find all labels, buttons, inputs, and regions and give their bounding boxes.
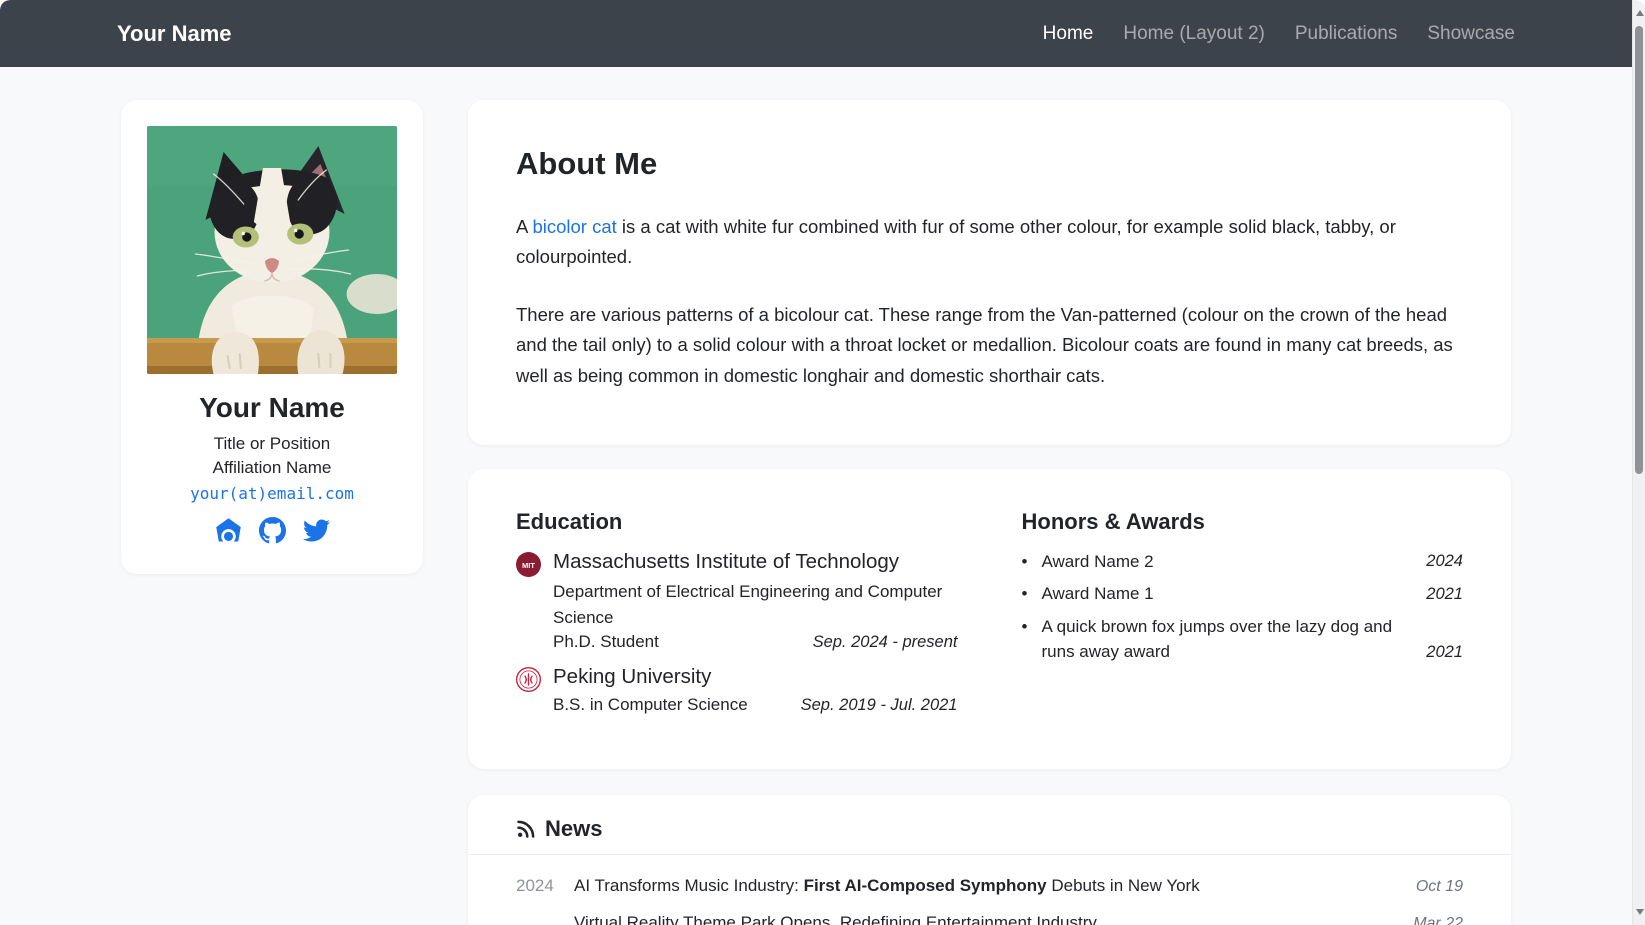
profile-email-link[interactable]: your(at)email.com [190,484,354,503]
education-item: Peking University B.S. in Computer Scien… [516,664,958,715]
nav-link-showcase[interactable]: Showcase [1427,23,1515,45]
navbar-brand[interactable]: Your Name [117,21,232,47]
profile-affiliation: Affiliation Name [147,456,397,480]
news-list: 2024 AI Transforms Music Industry: First… [468,855,1511,925]
news-title: News [545,816,602,842]
mit-logo: MIT [516,552,541,577]
github-link[interactable] [259,517,286,544]
vertical-scrollbar [1632,0,1645,925]
honors-item: • Award Name 2 2024 [1022,549,1464,575]
education-honors-card: Education MIT Massachusetts Institute of… [468,469,1511,769]
about-title: About Me [516,146,1463,182]
profile-card: Your Name Title or Position Affiliation … [121,100,423,574]
about-p1-prefix: A [516,216,532,237]
honors-title: Honors & Awards [1022,509,1464,535]
profile-photo [147,126,397,374]
education-school: Massachusetts Institute of Technology [553,549,958,575]
education-degree: B.S. in Computer Science [553,695,748,715]
education-department: Department of Electrical Engineering and… [553,579,958,630]
nav-link-home[interactable]: Home [1043,23,1094,45]
nav-link-home-layout-2[interactable]: Home (Layout 2) [1123,23,1265,45]
news-text-suffix: Debuts in New York [1047,876,1200,895]
nav-link-publications[interactable]: Publications [1295,23,1397,45]
education-title: Education [516,509,958,535]
award-name: Award Name 2 [1042,549,1427,575]
main-column: About Me A bicolor cat is a cat with whi… [468,100,1511,925]
award-year: 2021 [1426,640,1463,665]
about-card: About Me A bicolor cat is a cat with whi… [468,100,1511,445]
about-p1-suffix: is a cat with white fur combined with fu… [516,216,1396,267]
about-paragraph-1: A bicolor cat is a cat with white fur co… [516,212,1463,272]
news-row: Virtual Reality Theme Park Opens, Redefi… [516,905,1463,925]
education-section: Education MIT Massachusetts Institute of… [516,509,958,727]
social-links [147,517,397,544]
education-item: MIT Massachusetts Institute of Technolog… [516,549,958,653]
news-text: AI Transforms Music Industry: First AI-C… [574,873,1416,899]
navbar: Your Name Home Home (Layout 2) Publicati… [0,0,1632,67]
news-text: Virtual Reality Theme Park Opens, Redefi… [574,910,1413,925]
pku-seal-logo [516,667,541,692]
scrollbar-thumb[interactable] [1635,26,1643,474]
honors-item: • Award Name 1 2021 [1022,581,1464,607]
news-row: 2024 AI Transforms Music Industry: First… [516,868,1463,905]
mit-logo-text: MIT [522,561,535,570]
honors-section: Honors & Awards • Award Name 2 2024 • Aw… [1022,509,1464,727]
profile-title: Title or Position [147,432,397,456]
scrollbar-down-arrow[interactable] [1633,905,1645,919]
homepage-link[interactable] [215,517,242,544]
github-icon [259,517,286,544]
news-card: News 2024 AI Transforms Music Industry: … [468,795,1511,925]
award-name: Award Name 1 [1042,581,1427,607]
bullet-icon: • [1022,549,1042,575]
rss-icon [516,819,536,839]
award-name: A quick brown fox jumps over the lazy do… [1042,614,1427,665]
bicolor-cat-link[interactable]: bicolor cat [532,216,616,237]
honors-item: • A quick brown fox jumps over the lazy … [1022,614,1464,665]
award-year: 2024 [1426,549,1463,574]
profile-name: Your Name [147,392,397,424]
bullet-icon: • [1022,581,1042,607]
news-text-prefix: Virtual Reality Theme Park Opens, Redefi… [574,913,1097,925]
news-year: 2024 [516,873,574,899]
education-school: Peking University [553,664,958,690]
news-text-bold: First AI-Composed Symphony [804,876,1047,895]
education-date: Sep. 2024 - present [813,633,958,652]
twitter-icon [303,517,330,544]
education-degree: Ph.D. Student [553,632,659,652]
honors-list: • Award Name 2 2024 • Award Name 1 2021 [1022,549,1464,665]
education-date: Sep. 2019 - Jul. 2021 [801,696,958,715]
browser-viewport: Your Name Home Home (Layout 2) Publicati… [0,0,1645,925]
news-date: Mar 22 [1413,912,1463,925]
bullet-icon: • [1022,614,1042,640]
navbar-links: Home Home (Layout 2) Publications Showca… [1043,23,1515,45]
about-paragraph-2: There are various patterns of a bicolour… [516,300,1463,390]
news-date: Oct 19 [1416,875,1463,900]
twitter-link[interactable] [303,517,330,544]
award-year: 2021 [1426,582,1463,607]
news-text-prefix: AI Transforms Music Industry: [574,876,804,895]
homepage-icon [215,517,242,544]
cat-photo-illustration [147,126,397,374]
scrollbar-up-arrow[interactable] [1633,6,1645,20]
page: Your Name Home Home (Layout 2) Publicati… [0,0,1632,925]
